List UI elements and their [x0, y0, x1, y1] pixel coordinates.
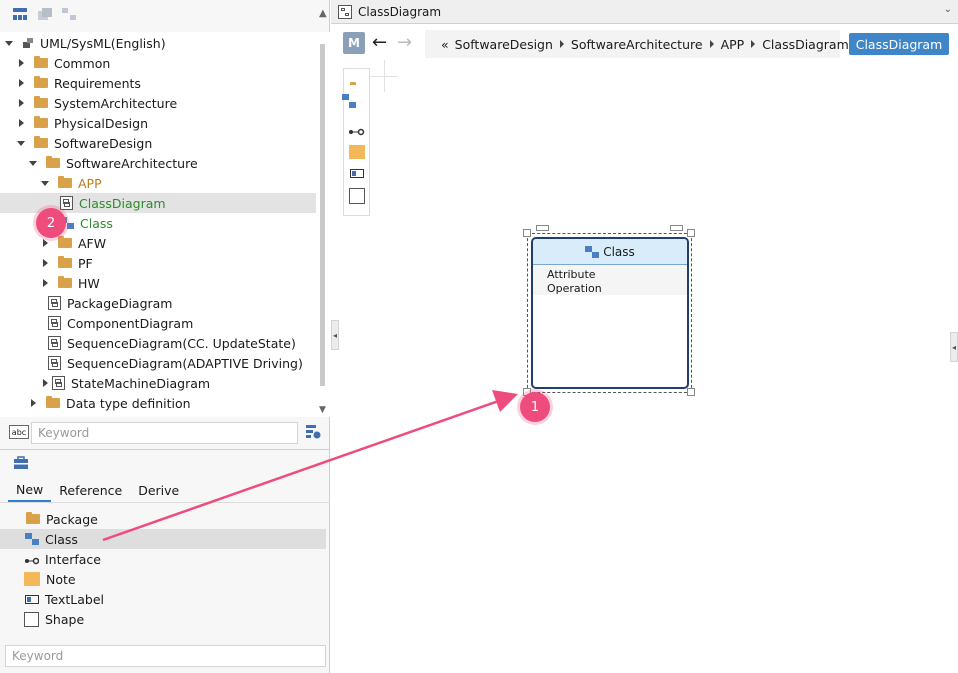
- annotation-badge-2: 2: [36, 208, 66, 238]
- annotation-badge-1: 1: [520, 392, 550, 422]
- annotation-arrow: [102, 390, 518, 542]
